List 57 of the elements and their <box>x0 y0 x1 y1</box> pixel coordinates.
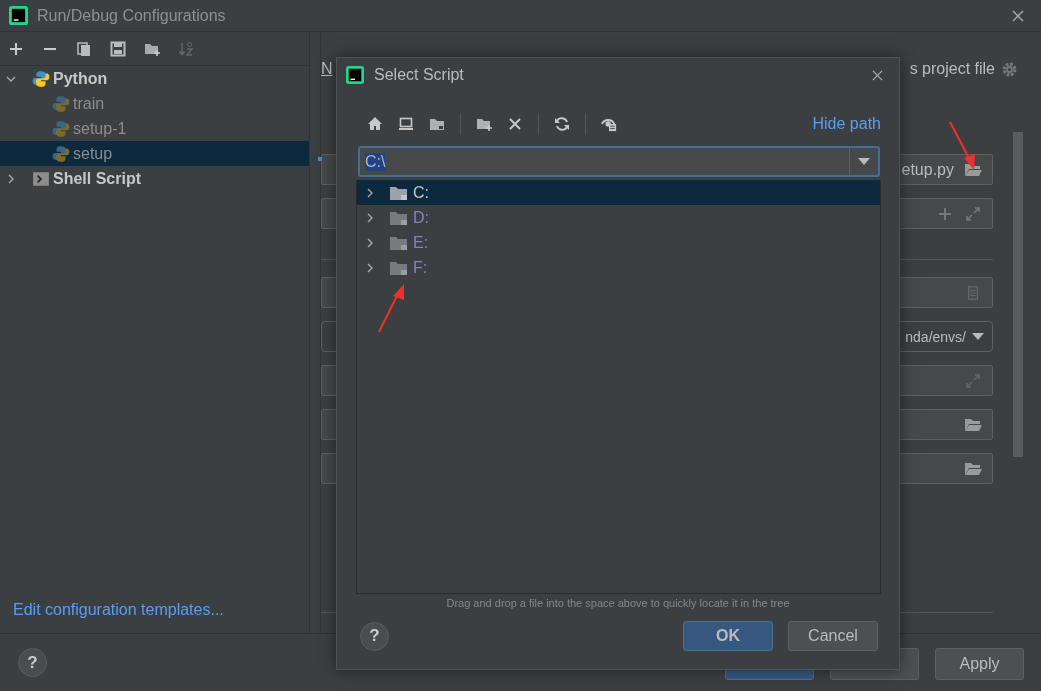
python-icon <box>52 119 70 138</box>
new-folder-icon[interactable] <box>476 116 492 132</box>
ok-button[interactable]: OK <box>683 621 773 651</box>
dropdown-arrow-icon[interactable] <box>972 332 984 341</box>
folder-icon[interactable] <box>429 116 445 132</box>
close-icon[interactable] <box>872 69 883 81</box>
scrollbar[interactable] <box>1013 132 1023 457</box>
python-icon <box>32 69 50 88</box>
save-icon[interactable] <box>110 40 126 57</box>
locked-folder-icon <box>389 184 409 201</box>
refresh-icon[interactable] <box>554 116 570 132</box>
folder-icon[interactable] <box>964 162 982 177</box>
tree-item[interactable]: F: <box>357 255 880 280</box>
locked-folder-icon <box>389 259 409 276</box>
hint-text: Drag and drop a file into the space above to quickly locate it in the tree <box>445 597 791 609</box>
chevron-icon[interactable] <box>365 237 375 248</box>
folder-icon[interactable] <box>964 461 982 476</box>
python-icon <box>52 144 70 163</box>
name-label: N <box>321 60 333 78</box>
locked-folder-icon <box>389 209 409 226</box>
tree-item[interactable]: setup <box>0 141 309 166</box>
hide-path-link[interactable]: Hide path <box>812 115 881 133</box>
tree-item[interactable]: D: <box>357 205 880 230</box>
tree-item[interactable]: C: <box>357 180 880 205</box>
app-logo-icon <box>9 6 28 25</box>
dialog-button[interactable]: Apply <box>935 648 1024 680</box>
show-hidden-icon[interactable] <box>601 116 617 132</box>
window-title: Run/Debug Configurations <box>37 6 227 25</box>
close-icon[interactable] <box>1012 9 1024 22</box>
python-icon <box>52 94 70 113</box>
path-field[interactable]: C:\ <box>358 146 880 177</box>
add-icon[interactable] <box>8 40 24 57</box>
tree-item[interactable]: Python <box>0 66 309 91</box>
folder-icon[interactable] <box>964 417 982 432</box>
chevron-icon[interactable] <box>6 173 16 184</box>
locked-folder-icon <box>389 234 409 251</box>
cancel-button[interactable]: Cancel <box>788 621 878 651</box>
settings-icon[interactable] <box>1001 60 1018 78</box>
edit-templates-link[interactable]: Edit configuration templates... <box>0 601 309 633</box>
chevron-icon[interactable] <box>365 262 375 273</box>
monitor-icon[interactable] <box>398 116 414 132</box>
dropdown-arrow-icon[interactable] <box>858 157 870 166</box>
tree-item[interactable]: E: <box>357 230 880 255</box>
chevron-icon[interactable] <box>365 212 375 223</box>
chevron-icon[interactable] <box>365 187 375 198</box>
help-button[interactable]: ? <box>360 621 389 651</box>
terminal-icon <box>32 169 50 188</box>
home-icon[interactable] <box>367 116 383 132</box>
help-button[interactable]: ? <box>18 648 47 677</box>
copy-icon[interactable] <box>76 40 92 57</box>
tree-item[interactable]: Shell Script <box>0 166 309 191</box>
app-logo-icon <box>346 66 364 84</box>
tree-item[interactable]: train <box>0 91 309 116</box>
tree-item[interactable]: setup-1 <box>0 116 309 141</box>
dialog-title: Select Script <box>374 66 464 84</box>
delete-icon[interactable] <box>507 116 523 132</box>
store-option-label: s project file <box>909 60 995 78</box>
